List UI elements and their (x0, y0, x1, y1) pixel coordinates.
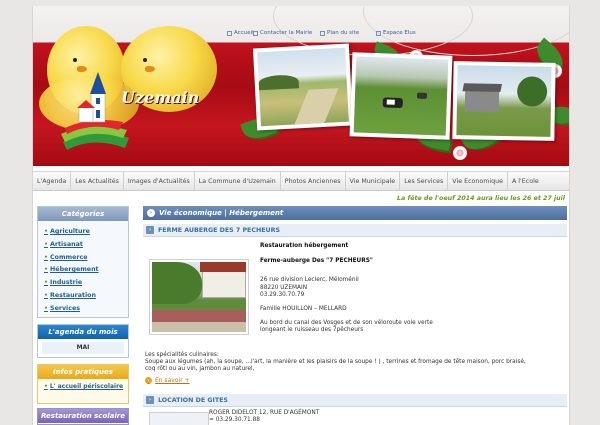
ferme-description: Restauration hébergement Ferme-auberge D… (260, 237, 560, 335)
chick-eye (73, 58, 77, 62)
gite-photo[interactable] (149, 412, 209, 425)
categories-title: Catégories (38, 207, 128, 221)
ticker-text[interactable]: La fête de l'oeuf 2014 aura lieu les 26 … (397, 195, 565, 202)
logo-title[interactable]: Uzemain (121, 88, 199, 107)
agenda-title[interactable]: L'agenda du mois (38, 325, 128, 339)
ferme-desc-2: longeant le ruisseau des 7pêcheurs (260, 327, 364, 334)
ferme-title: Restauration hébergement (260, 243, 349, 249)
gite-line-2: = 03.29.30.71.88 (209, 417, 260, 423)
news-ticker: La fête de l'oeuf 2014 aura lieu les 26 … (33, 192, 569, 206)
site-header: Accueil Contacter la Mairie Plan du site… (33, 6, 569, 166)
category-commerce[interactable]: • Commerce (44, 252, 128, 265)
gite-line-1: ROGER DIDELOT 12, RUE D'AGÉMONT (209, 410, 320, 416)
category-hebergement[interactable]: • Hébergement (44, 264, 128, 277)
article-ferme-auberge: Restauration hébergement Ferme-auberge D… (143, 237, 567, 387)
infos-box: Infos pratiques • L' accueil périscolaire (37, 364, 129, 404)
agenda-box: L'agenda du mois MAI (37, 324, 129, 358)
elected-area-link[interactable]: Espace Elus (376, 30, 416, 36)
category-industrie[interactable]: • Industrie (44, 277, 128, 290)
article-location-gites: › LOCATION DE GITES ROGER DIDELOT 12, RUE… (143, 394, 567, 425)
user-icon (376, 30, 381, 36)
resto-box: Restauration scolaire (37, 408, 129, 425)
nav-item-commune[interactable]: La Commune d'Uzemain (195, 172, 281, 190)
nav-item-images[interactable]: Images d'Actualités (124, 172, 195, 190)
ferme-address-1: 26 rue division Leclerc, Méloménil (260, 277, 359, 284)
ferme-family: Famille HOUILLON – MELLARD (260, 305, 347, 312)
infos-title: Infos pratiques (38, 365, 128, 379)
categories-list: • Agriculture • Artisanat • Commerce • Héber… (38, 221, 128, 316)
page-title: › Vie économique | Hébergement (143, 206, 567, 220)
agenda-month[interactable]: MAI (42, 342, 124, 354)
nav-item-economique[interactable]: Vie Economique (448, 172, 508, 190)
section-header-ferme[interactable]: › FERME AUBERGE DES 7 PECHEURS (143, 224, 567, 237)
ferme-photo[interactable] (149, 259, 249, 335)
sitemap-link[interactable]: Plan du site (320, 30, 359, 36)
arrow-icon: › (147, 209, 155, 217)
category-restauration[interactable]: • Restauration (44, 290, 128, 303)
infos-link-periscolaire[interactable]: • L' accueil périscolaire (38, 379, 128, 390)
section-header-gites[interactable]: › LOCATION DE GITES (143, 394, 567, 407)
flower-decoration (453, 146, 467, 160)
home-icon (227, 30, 232, 36)
nav-item-agenda[interactable]: L'Agenda (33, 172, 72, 190)
mail-icon (253, 30, 258, 36)
cows-photo (349, 52, 453, 140)
church-logo-icon (61, 72, 129, 150)
arrow-icon: › (145, 377, 152, 384)
read-more-link[interactable]: › En savoir + (145, 377, 190, 384)
categories-box: Catégories • Agriculture • Artisanat • Comm… (37, 206, 129, 318)
nav-item-photos[interactable]: Photos Anciennes (281, 172, 346, 190)
category-agriculture[interactable]: • Agriculture (44, 226, 128, 239)
chick-eye (143, 58, 147, 62)
resto-title[interactable]: Restauration scolaire (38, 409, 128, 423)
home-link[interactable]: Accueil (227, 30, 254, 36)
category-artisanat[interactable]: • Artisanat (44, 239, 128, 252)
nav-item-actualites[interactable]: Les Actualités (71, 172, 124, 190)
ferme-address-2: 88220 UZEMAIN (260, 284, 308, 291)
page-frame: Accueil Contacter la Mairie Plan du site… (32, 6, 570, 425)
farmhouse-photo (452, 61, 556, 141)
ferme-phone: 03.29.30.70.79 (260, 292, 305, 299)
landscape-photo (252, 43, 354, 131)
chick-beak (145, 66, 155, 72)
main-content: › Vie économique | Hébergement › FERME AUB… (143, 206, 567, 425)
ferme-name: Ferme-auberge Des "7 PECHEURS" (260, 257, 373, 264)
top-links: Accueil Contacter la Mairie Plan du site… (33, 6, 569, 42)
specialites-line-2: coq rôti ou au vin, jambon au naturel, (145, 366, 255, 372)
sitemap-icon (320, 30, 325, 36)
nav-item-municipale[interactable]: Vie Municipale (346, 172, 401, 190)
main-nav: L'Agenda Les Actualités Images d'Actuali… (33, 171, 569, 191)
nav-item-ecole[interactable]: A l'Ecole (508, 172, 543, 190)
contact-link[interactable]: Contacter la Mairie (253, 30, 312, 36)
arrow-icon: › (146, 226, 154, 234)
gite-description: ROGER DIDELOT 12, RUE D'AGÉMONT = 03.29.… (209, 410, 319, 424)
category-services[interactable]: • Services (44, 303, 128, 316)
nav-item-services[interactable]: Les Services (400, 172, 449, 190)
arrow-icon: › (146, 396, 154, 404)
